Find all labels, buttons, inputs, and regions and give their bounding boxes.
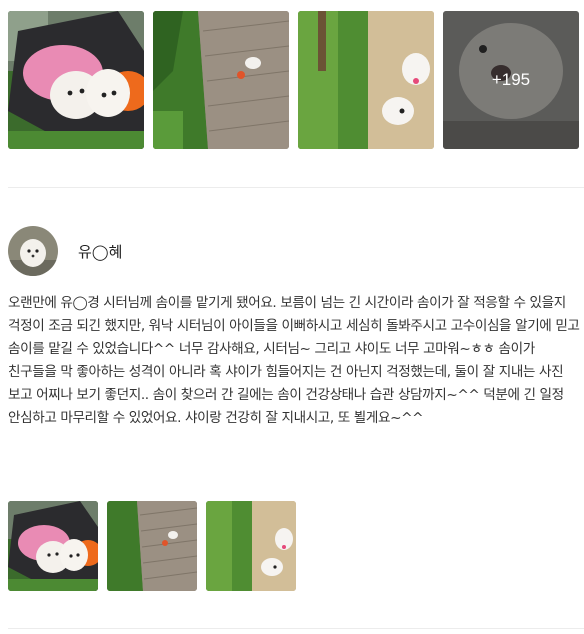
reviewer-name: 유◯혜	[78, 242, 123, 261]
dogs-on-dirt-path-photo	[206, 501, 296, 591]
more-photos-count: +195	[491, 70, 531, 89]
review-text: 오랜만에 유◯경 시터님께 솜이를 맡기게 됐어요. 보름이 넘는 긴 시간이라…	[8, 295, 584, 426]
review-photos	[8, 501, 296, 591]
gallery-photo-brick-path[interactable]	[153, 11, 289, 149]
white-dog-avatar-icon	[8, 226, 58, 276]
review-photo-brick-path[interactable]	[107, 501, 197, 591]
review-photo-dirt-path[interactable]	[206, 501, 296, 591]
section-divider	[8, 187, 584, 188]
review-header: 유◯혜	[8, 226, 122, 276]
dogs-on-dirt-path-photo	[298, 11, 434, 149]
review-photo-stroller[interactable]	[8, 501, 98, 591]
more-photos-overlay: +195	[443, 11, 579, 149]
dogs-in-pink-stroller-photo	[8, 11, 144, 149]
section-divider	[8, 628, 584, 629]
dog-on-brick-path-photo	[153, 11, 289, 149]
gallery-photo-dirt-path[interactable]	[298, 11, 434, 149]
gallery-photo-more[interactable]: +195	[443, 11, 579, 149]
avatar	[8, 226, 58, 276]
dog-on-brick-path-photo	[107, 501, 197, 591]
gallery-photo-stroller[interactable]	[8, 11, 144, 149]
dogs-in-pink-stroller-photo	[8, 501, 98, 591]
photo-gallery: +195	[8, 11, 579, 149]
